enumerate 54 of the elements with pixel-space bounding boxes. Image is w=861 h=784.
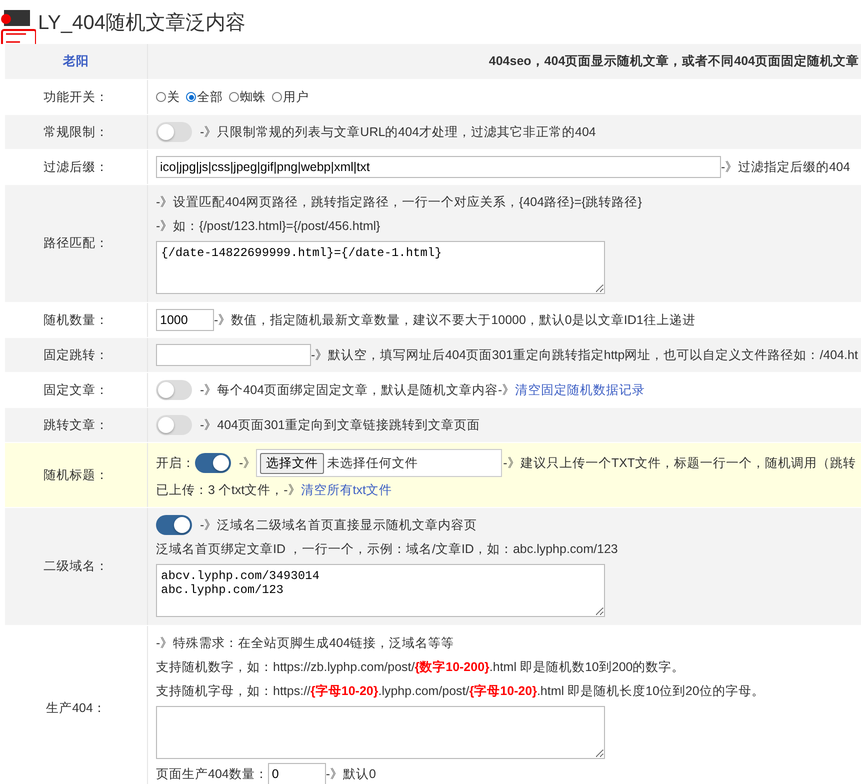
input-field[interactable] [156, 344, 311, 366]
radio-option[interactable]: 全部 [186, 88, 223, 106]
radio-option[interactable]: 用户 [272, 88, 309, 106]
setting-label: 路径匹配： [44, 235, 108, 252]
radio-option[interactable]: 蜘蛛 [229, 88, 266, 106]
description-text: -》默认0 [326, 766, 376, 782]
file-status: 未选择任何文件 [327, 454, 418, 472]
setting-label: 固定跳转： [44, 346, 108, 364]
description-text: -》设置匹配404网页路径，跳转指定路径，一行一个对应关系，{404路径}={跳转路径} [156, 194, 642, 210]
description-text: -》 [239, 454, 256, 472]
description-text: 已上传：3 个txt文件，-》 [156, 482, 301, 498]
toggle-switch[interactable] [156, 415, 192, 435]
description-text: -》只限制常规的列表与文章URL的404才处理，过滤其它非正常的404 [200, 124, 596, 140]
toggle-switch[interactable] [156, 380, 192, 400]
setting-label: 常规限制： [44, 124, 108, 140]
description-text: 开启： [156, 454, 195, 472]
setting-label: 二级域名： [44, 558, 108, 575]
text-area[interactable] [156, 706, 605, 759]
setting-label: 过滤后缀： [44, 158, 108, 176]
clear-link[interactable]: 清空所有txt文件 [300, 482, 392, 498]
input-field[interactable]: 0 [268, 763, 326, 784]
description-text: -》建议只上传一个TXT文件，标题一行一个，随机调用（跳转 [503, 454, 856, 472]
description-text: -》特殊需求：在全站页脚生成404链接，泛域名等等 [156, 634, 454, 652]
toggle-switch[interactable] [195, 453, 231, 473]
description-text: 页面生产404数量： [156, 766, 268, 782]
description-text: -》404页面301重定向到文章链接跳转到文章页面 [200, 416, 480, 434]
description-text: -》每个404页面绑定固定文章，默认是随机文章内容-》 [200, 382, 516, 398]
description-text: 泛域名首页绑定文章ID ，一行一个，示例：域名/文章ID，如：abc.lyphp.com/123 [156, 540, 618, 558]
description-text: -》默认空，填写网址后404页面301重定向跳转指定http网址，也可以自定义文件路径如：/404.ht [311, 346, 858, 364]
file-picker[interactable]: 选择文件 未选择任何文件 [256, 449, 502, 477]
choose-file-button[interactable]: 选择文件 [260, 452, 324, 474]
radio-option[interactable]: 关 [156, 88, 180, 106]
clear-link[interactable]: 清空固定随机数据记录 [515, 382, 646, 398]
plugin-description: 404seo，404页面显示随机文章，或者不同404页面固定随机文章 [488, 53, 859, 70]
description-text: -》过滤指定后缀的404 [721, 158, 850, 176]
text-area[interactable]: {/date-14822699999.html}={/date-1.html} [156, 241, 605, 294]
setting-label: 随机标题： [44, 466, 108, 484]
setting-label: 生产404： [46, 700, 106, 717]
text-area[interactable]: abcv.lyphp.com/3493014 abc.lyphp.com/123 [156, 564, 605, 617]
description-text: -》如：{/post/123.html}={/post/456.html} [156, 218, 380, 234]
description-text: 支持随机数字，如：https://zb.lyphp.com/post/{数字10-200}.html 即是随机数10到200的数字。 [156, 658, 685, 676]
description-text: 支持随机字母，如：https://{字母10-20}.lyphp.com/post/{字母10-20}.html 即是随机长度10位到20位的字母。 [156, 682, 764, 700]
toggle-switch[interactable] [156, 122, 192, 142]
setting-label: 固定文章： [44, 382, 108, 398]
description-text: -》数值，指定随机最新文章数量，建议不要大于10000，默认0是以文章ID1往上递进 [214, 312, 696, 328]
setting-label: 随机数量： [44, 312, 108, 328]
author-label: 老阳 [63, 53, 89, 70]
input-field[interactable]: ico|jpg|js|css|jpeg|gif|png|webp|xml|txt [156, 156, 721, 178]
toggle-switch[interactable] [156, 515, 192, 535]
description-text: -》泛域名二级域名首页直接显示随机文章内容页 [200, 516, 478, 534]
input-field[interactable]: 1000 [156, 309, 214, 331]
page-title: LY_404随机文章泛内容 [38, 10, 246, 36]
setting-label: 跳转文章： [44, 416, 108, 434]
setting-label: 功能开关： [44, 88, 108, 106]
